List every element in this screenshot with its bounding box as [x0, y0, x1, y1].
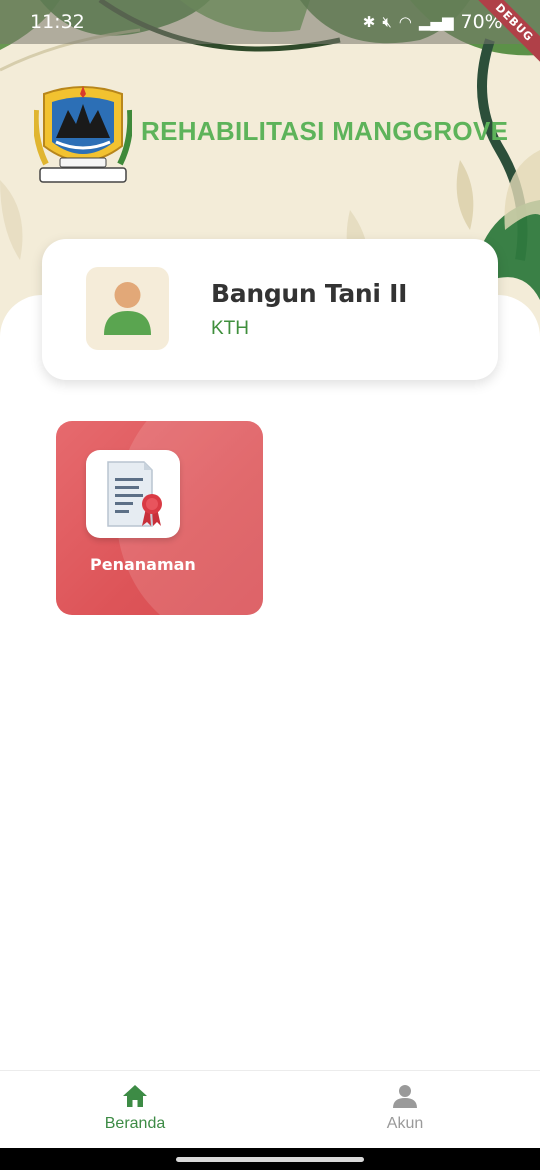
person-icon — [104, 282, 151, 335]
certificate-document-icon — [107, 461, 162, 527]
wifi-icon: ◠ — [398, 12, 412, 31]
tile-label: Penanaman — [90, 555, 196, 574]
status-time: 11:32 — [30, 11, 85, 33]
nav-label-akun: Akun — [386, 1115, 424, 1132]
profile-name: Bangun Tani II — [211, 279, 408, 308]
status-bar: 11:32 ✱ 🔇︎ ◠ ▂▄▆ 70% ▮ — [0, 0, 540, 44]
profile-role: KTH — [211, 318, 249, 339]
nav-label-beranda: Beranda — [104, 1115, 166, 1132]
home-icon — [123, 1085, 147, 1107]
gesture-bar — [0, 1148, 540, 1170]
jawa-tengah-emblem-logo — [34, 86, 132, 183]
content-sheet — [0, 295, 540, 1095]
account-icon — [393, 1085, 417, 1108]
profile-card: Bangun Tani II KTH — [42, 239, 498, 380]
avatar — [86, 267, 169, 350]
app-title: REHABILITASI MANGGROVE — [141, 116, 509, 146]
signal-icon: ▂▄▆ — [418, 12, 454, 31]
bottom-navigation: Beranda Akun — [0, 1070, 540, 1148]
menu-tile-penanaman[interactable]: Penanaman — [56, 421, 263, 615]
bluetooth-icon: ✱ — [362, 12, 376, 31]
home-indicator[interactable] — [176, 1157, 364, 1162]
nav-item-akun[interactable]: Akun — [270, 1071, 540, 1148]
nav-item-beranda[interactable]: Beranda — [0, 1071, 270, 1148]
tile-icon-box — [86, 450, 180, 538]
mute-icon: 🔇︎ — [382, 12, 392, 31]
